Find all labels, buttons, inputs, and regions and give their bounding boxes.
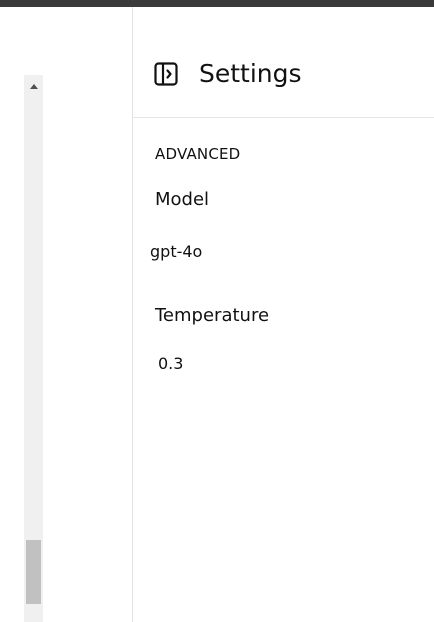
scroll-up-arrow-icon[interactable] xyxy=(24,75,43,97)
model-field[interactable] xyxy=(150,241,350,263)
scrollbar[interactable] xyxy=(24,75,43,622)
settings-panel: Settings ADVANCED Model Temperature xyxy=(133,7,434,622)
page-title: Settings xyxy=(199,59,302,88)
settings-header: Settings xyxy=(133,7,434,117)
temperature-label: Temperature xyxy=(155,305,270,326)
scrollbar-thumb[interactable] xyxy=(26,540,41,604)
section-heading-advanced: ADVANCED xyxy=(155,145,241,163)
sidebar-toggle-icon[interactable] xyxy=(154,62,178,86)
model-label: Model xyxy=(155,189,210,210)
left-pane xyxy=(0,7,132,622)
window-top-bar xyxy=(0,0,434,7)
temperature-field[interactable] xyxy=(158,353,358,375)
header-divider xyxy=(133,117,434,118)
